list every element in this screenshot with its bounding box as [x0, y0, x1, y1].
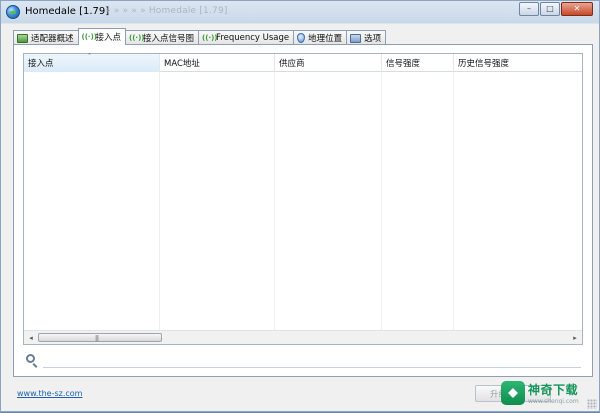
- column-header-signal[interactable]: 信号强度: [382, 54, 454, 72]
- tab-label: 接入点: [95, 33, 122, 43]
- website-link[interactable]: www.the-sz.com: [17, 389, 82, 398]
- close-button[interactable]: ✕: [561, 2, 593, 16]
- column-header-mac[interactable]: MAC地址: [160, 54, 275, 72]
- scroll-right-icon[interactable]: ▸: [569, 333, 581, 343]
- column-divider: [160, 72, 275, 330]
- wifi-icon: ((·)): [129, 33, 145, 42]
- tab-access-points[interactable]: ((·)) 接入点: [77, 28, 127, 45]
- access-point-list[interactable]: ˄ 接入点 MAC地址 供应商 信号强度 历史信号强度 ◂ ||| ▸: [23, 53, 583, 345]
- tab-frequency-usage[interactable]: ((·)) Frequency Usage: [198, 30, 295, 45]
- wifi-icon: ((·)): [202, 33, 218, 42]
- tab-label: 地理位置: [308, 34, 343, 44]
- maximize-button[interactable]: □: [540, 2, 560, 16]
- scrollbar-thumb[interactable]: |||: [38, 333, 162, 342]
- minimize-button[interactable]: –: [519, 2, 539, 16]
- scroll-left-icon[interactable]: ◂: [25, 333, 37, 343]
- options-icon: [350, 33, 362, 43]
- column-header-signal-history[interactable]: 历史信号强度: [454, 54, 582, 72]
- watermark-logo: 神奇下载 www.shenqi.com: [501, 373, 600, 413]
- map-pin-icon: [297, 33, 306, 43]
- horizontal-scrollbar[interactable]: ◂ ||| ▸: [24, 330, 582, 344]
- column-label: 信号强度: [386, 59, 421, 69]
- watermark-name: 神奇下载: [528, 383, 579, 397]
- watermark-text: 神奇下载 www.shenqi.com: [528, 381, 579, 405]
- grip-icon: |||: [95, 335, 99, 342]
- diamond-logo-icon: [501, 381, 525, 405]
- background-window-title: » » » » » Homedale [1.79]: [105, 6, 228, 16]
- tab-access-point-graph[interactable]: ((·)) 接入点信号图: [125, 30, 200, 45]
- search-icon: [26, 354, 35, 363]
- tab-location[interactable]: 地理位置: [293, 30, 348, 45]
- tab-strip: 适配器概述 ((·)) 接入点 ((·)) 接入点信号图 ((·)) Frequ…: [13, 28, 387, 45]
- tab-label: 接入点信号图: [143, 34, 195, 44]
- globe-app-icon: [6, 5, 20, 19]
- tab-options[interactable]: 选项: [346, 30, 387, 45]
- column-label: MAC地址: [164, 59, 200, 69]
- sort-arrow-icon: ˄: [88, 53, 91, 60]
- column-divider: [275, 72, 382, 330]
- window-title: Homedale [1.79]: [25, 6, 110, 17]
- column-header-access-point[interactable]: ˄ 接入点: [24, 53, 160, 72]
- tab-panel: ˄ 接入点 MAC地址 供应商 信号强度 历史信号强度 ◂ ||| ▸: [13, 44, 593, 377]
- wifi-icon: ((·)): [81, 32, 97, 41]
- watermark-url: www.shenqi.com: [528, 398, 579, 405]
- tab-label: Frequency Usage: [216, 33, 290, 43]
- title-bar[interactable]: Homedale [1.79] » » » » » Homedale [1.79…: [1, 1, 599, 23]
- column-divider: [24, 72, 160, 330]
- tab-label: 选项: [364, 34, 382, 44]
- tab-adapter-overview[interactable]: 适配器概述: [13, 30, 79, 45]
- tab-label: 适配器概述: [31, 34, 74, 44]
- column-header-vendor[interactable]: 供应商: [275, 54, 382, 72]
- list-header: ˄ 接入点 MAC地址 供应商 信号强度 历史信号强度: [24, 53, 582, 72]
- column-label: 历史信号强度: [458, 59, 510, 69]
- adapter-icon: [17, 33, 28, 43]
- search-input[interactable]: [43, 351, 581, 368]
- column-label: 供应商: [279, 59, 305, 69]
- column-label: 接入点: [28, 59, 54, 69]
- app-window: Homedale [1.79] » » » » » Homedale [1.79…: [0, 0, 600, 412]
- column-divider: [382, 72, 454, 330]
- search-bar: [23, 350, 583, 370]
- window-controls: – □ ✕: [519, 2, 593, 16]
